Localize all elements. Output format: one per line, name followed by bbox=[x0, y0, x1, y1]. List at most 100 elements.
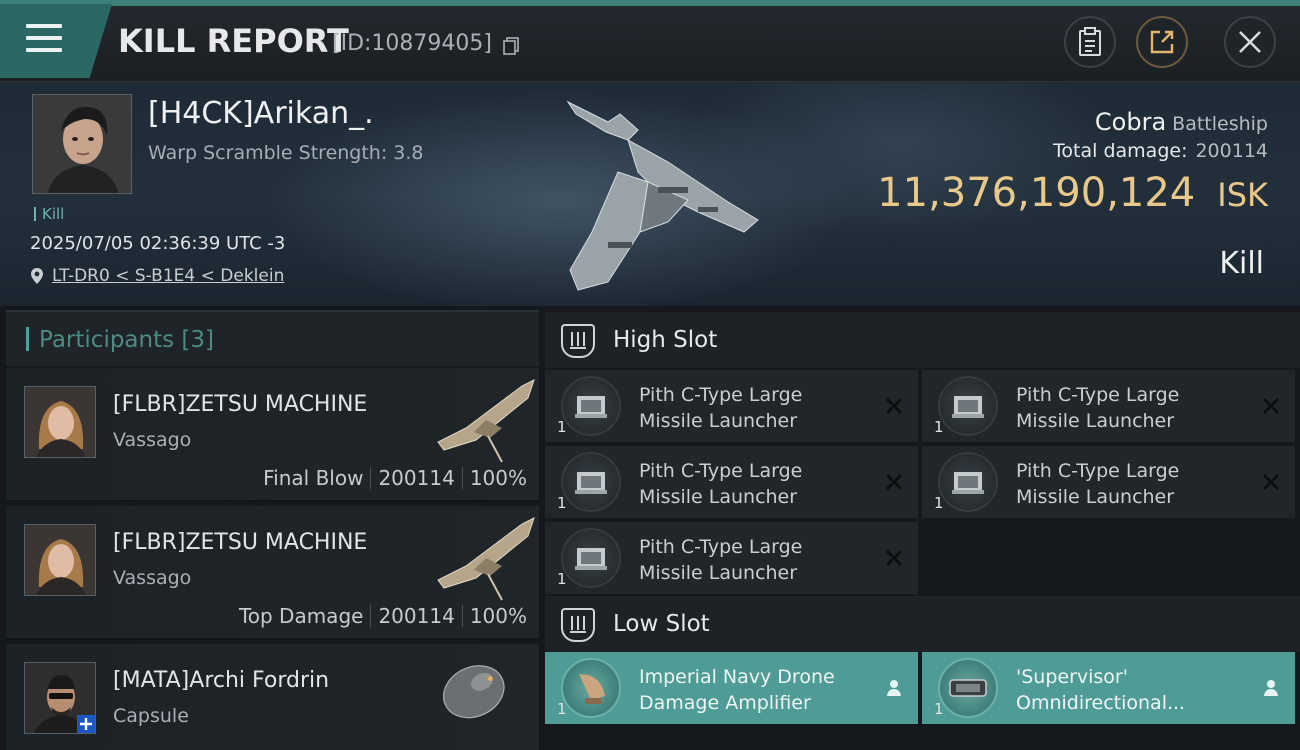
share-icon bbox=[1150, 30, 1174, 54]
module-item[interactable]: 1 Pith C-Type Large Missile Launcher bbox=[922, 370, 1295, 442]
victim-avatar[interactable] bbox=[32, 94, 132, 194]
module-quantity: 1 bbox=[934, 494, 944, 512]
clipboard-button[interactable] bbox=[1064, 16, 1116, 68]
menu-icon[interactable] bbox=[26, 24, 62, 54]
module-item[interactable]: 1 Pith C-Type Large Missile Launcher bbox=[545, 446, 918, 518]
participant-role: Top Damage bbox=[238, 604, 364, 628]
module-name: Pith C-Type Large Missile Launcher bbox=[1016, 384, 1180, 432]
module-item[interactable]: 1 'Supervisor' Omnidirectional... bbox=[922, 652, 1295, 724]
module-quantity: 1 bbox=[557, 494, 567, 512]
module-name: Pith C-Type Large Missile Launcher bbox=[1016, 460, 1180, 508]
module-quantity: 1 bbox=[934, 418, 944, 436]
high-slot-icon bbox=[561, 324, 595, 358]
module-item[interactable]: 1 Pith C-Type Large Missile Launcher bbox=[545, 370, 918, 442]
omnidirectional-module-icon bbox=[938, 658, 998, 718]
module-name: Pith C-Type Large Missile Launcher bbox=[639, 460, 803, 508]
participant-name: [MATA]Archi Fordrin bbox=[113, 668, 330, 693]
isk-unit: ISK bbox=[1217, 176, 1268, 214]
participant-ship-image bbox=[437, 379, 535, 463]
missile-launcher-icon bbox=[938, 376, 998, 436]
victim-portrait-image bbox=[33, 95, 131, 193]
isk-value-line: 11,376,190,124 ISK bbox=[877, 170, 1268, 216]
location-text: LT-DR0 < S-B1E4 < Deklein bbox=[52, 266, 285, 286]
fitting-panel: High Slot 1 Pith C-Type Large Missile Lau… bbox=[545, 310, 1300, 750]
low-slot-icon bbox=[561, 608, 595, 642]
participant-percent: 100% bbox=[469, 466, 527, 490]
missile-launcher-icon bbox=[938, 452, 998, 512]
header-accent-line bbox=[0, 0, 1300, 6]
low-slot-header: Low Slot bbox=[545, 596, 1300, 652]
isk-value: 11,376,190,124 bbox=[877, 170, 1196, 216]
location-pin-icon bbox=[31, 268, 43, 284]
kill-timestamp: 2025/07/05 02:36:39 UTC -3 bbox=[30, 233, 286, 254]
participant-damage: 200114 bbox=[378, 466, 455, 490]
total-damage-label: Total damage: bbox=[1053, 140, 1188, 162]
participant-ship: Vassago bbox=[113, 567, 192, 589]
participant-ship: Vassago bbox=[113, 429, 192, 451]
participant-name: [FLBR]ZETSU MACHINE bbox=[113, 530, 368, 555]
share-button[interactable] bbox=[1136, 16, 1188, 68]
module-name: 'Supervisor' Omnidirectional... bbox=[1016, 666, 1186, 714]
destroyed-x-icon bbox=[1263, 474, 1279, 490]
participant-portrait-image bbox=[25, 525, 95, 595]
kill-summary-banner: [H4CK]Arikan_. Warp Scramble Strength: 3… bbox=[0, 82, 1300, 306]
destroyed-x-icon bbox=[886, 474, 902, 490]
drone-damage-amplifier-icon bbox=[561, 658, 621, 718]
participant-row[interactable]: [MATA]Archi Fordrin Capsule bbox=[6, 644, 539, 750]
module-quantity: 1 bbox=[934, 700, 944, 718]
total-damage-line: Total damage: 200114 bbox=[1053, 140, 1268, 162]
module-name: Pith C-Type Large Missile Launcher bbox=[639, 536, 803, 584]
victim-name[interactable]: [H4CK]Arikan_. bbox=[148, 96, 374, 131]
copy-icon[interactable] bbox=[503, 37, 519, 55]
participant-avatar[interactable] bbox=[24, 662, 96, 734]
participant-name: [FLBR]ZETSU MACHINE bbox=[113, 392, 368, 417]
module-quantity: 1 bbox=[557, 418, 567, 436]
module-name: Imperial Navy Drone Damage Amplifier bbox=[639, 666, 835, 714]
module-quantity: 1 bbox=[557, 700, 567, 718]
close-icon bbox=[1239, 31, 1261, 53]
victim-ship-line: Cobra Battleship bbox=[1095, 108, 1268, 136]
participant-row[interactable]: [FLBR]ZETSU MACHINE Vassago Final Blow 2… bbox=[6, 368, 539, 502]
dropped-person-icon bbox=[1264, 680, 1278, 696]
participant-stats: Final Blow 200114 100% bbox=[263, 466, 527, 490]
module-item[interactable]: 1 Imperial Navy Drone Damage Amplifier bbox=[545, 652, 918, 724]
destroyed-x-icon bbox=[886, 398, 902, 414]
high-slot-header: High Slot bbox=[545, 312, 1300, 368]
report-result-type: Kill bbox=[1219, 246, 1264, 281]
missile-launcher-icon bbox=[561, 376, 621, 436]
module-quantity: 1 bbox=[557, 570, 567, 588]
header-bar: KILL REPORT [ID:10879405] bbox=[0, 0, 1300, 82]
missile-launcher-icon bbox=[561, 528, 621, 588]
participant-role: Final Blow bbox=[263, 466, 364, 490]
participants-title: Participants [3] bbox=[26, 327, 214, 353]
high-slot-title: High Slot bbox=[613, 327, 718, 353]
destroyed-x-icon bbox=[886, 550, 902, 566]
report-id: [ID:10879405] bbox=[332, 31, 492, 56]
participants-header: Participants [3] bbox=[6, 310, 539, 366]
participant-row[interactable]: [FLBR]ZETSU MACHINE Vassago Top Damage 2… bbox=[6, 506, 539, 640]
destroyed-x-icon bbox=[1263, 398, 1279, 414]
missile-launcher-icon bbox=[561, 452, 621, 512]
participant-avatar[interactable] bbox=[24, 524, 96, 596]
warp-scramble-strength: Warp Scramble Strength: 3.8 bbox=[148, 142, 424, 164]
close-button[interactable] bbox=[1224, 16, 1276, 68]
kill-location-link[interactable]: LT-DR0 < S-B1E4 < Deklein bbox=[30, 266, 284, 286]
participant-damage: 200114 bbox=[378, 604, 455, 628]
kill-tag: Kill bbox=[34, 205, 64, 223]
participant-portrait-image bbox=[25, 387, 95, 457]
victim-ship-name[interactable]: Cobra bbox=[1095, 108, 1166, 136]
victim-ship-class: Battleship bbox=[1172, 113, 1268, 135]
victim-ship-image bbox=[566, 100, 759, 291]
plus-badge-icon bbox=[77, 715, 95, 733]
participant-ship: Capsule bbox=[113, 705, 189, 727]
module-item[interactable]: 1 Pith C-Type Large Missile Launcher bbox=[922, 446, 1295, 518]
dropped-person-icon bbox=[887, 680, 901, 696]
total-damage-value: 200114 bbox=[1195, 140, 1268, 162]
low-slot-title: Low Slot bbox=[613, 611, 710, 637]
module-name: Pith C-Type Large Missile Launcher bbox=[639, 384, 803, 432]
participant-avatar[interactable] bbox=[24, 386, 96, 458]
page-title: KILL REPORT bbox=[118, 22, 349, 60]
module-item[interactable]: 1 Pith C-Type Large Missile Launcher bbox=[545, 522, 918, 594]
participants-count: [3] bbox=[181, 327, 215, 353]
participant-stats: Top Damage 200114 100% bbox=[239, 604, 527, 628]
